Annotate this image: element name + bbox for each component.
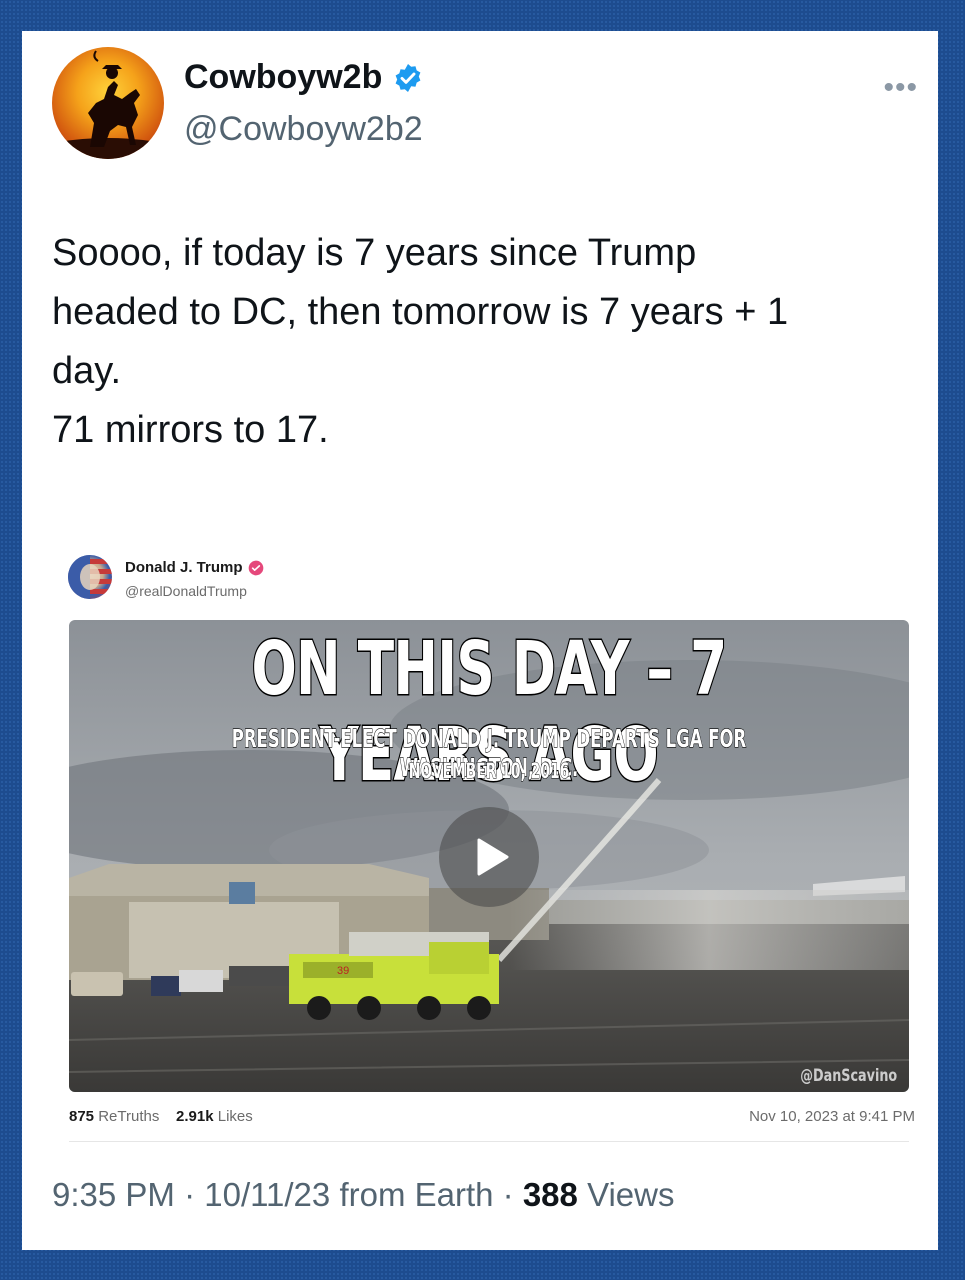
embedded-handle: @realDonaldTrump <box>125 583 247 599</box>
tweet-text-line: Soooo, if today is 7 years since Trump <box>52 232 697 274</box>
views-label[interactable]: Views <box>587 1176 674 1213</box>
flag-portrait-icon <box>68 555 112 599</box>
video-date-caption: NOVEMBER 10, 2016 <box>408 759 570 784</box>
embedded-avatar <box>68 555 112 599</box>
tweet-source: from Earth <box>339 1176 494 1213</box>
separator: · <box>184 1176 196 1213</box>
user-handle[interactable]: @Cowboyw2b2 <box>184 110 423 149</box>
display-name[interactable]: Cowboyw2b <box>184 58 424 97</box>
embedded-stats: 875 ReTruths 2.91k Likes <box>69 1108 253 1125</box>
embedded-display-name-text: Donald J. Trump <box>125 559 243 576</box>
embedded-posted-at: Nov 10, 2023 at 9:41 PM <box>749 1108 915 1125</box>
truth-verified-badge-icon <box>248 560 263 575</box>
play-button[interactable] <box>439 807 539 907</box>
profile-avatar[interactable] <box>52 47 164 159</box>
likes-label: Likes <box>217 1108 253 1125</box>
more-options-icon[interactable]: ••• <box>883 71 918 105</box>
video-thumbnail[interactable]: 39 ON THIS DAY – 7 YEARS AGO PRESIDENT-E… <box>69 620 909 1092</box>
tweet-text-line: 71 mirrors to 17. <box>52 409 329 451</box>
play-icon <box>477 838 509 876</box>
truck-number: 39 <box>337 965 349 977</box>
tweet-timestamp: 9:35 PM · 10/11/23 from Earth · 388 View… <box>52 1176 675 1214</box>
retruths-count: 875 <box>69 1108 95 1125</box>
video-credit: @DanScavino <box>800 1066 897 1086</box>
embedded-display-name: Donald J. Trump <box>125 559 264 576</box>
retruths-label: ReTruths <box>98 1108 160 1125</box>
likes-count: 2.91k <box>176 1108 214 1125</box>
tweet-date[interactable]: 10/11/23 <box>204 1176 330 1213</box>
tweet-text: Soooo, if today is 7 years since Trump h… <box>52 224 912 460</box>
tweet-text-line: day. <box>52 350 122 392</box>
tweet-time[interactable]: 9:35 PM <box>52 1176 175 1213</box>
views-count[interactable]: 388 <box>523 1176 578 1213</box>
verified-badge-icon <box>395 63 421 92</box>
tweet-card: Cowboyw2b @Cowboyw2b2 ••• Soooo, if toda… <box>22 31 938 1250</box>
tweet-text-line: headed to DC, then tomorrow is 7 years +… <box>52 291 789 333</box>
separator: · <box>502 1176 514 1213</box>
display-name-text[interactable]: Cowboyw2b <box>184 58 382 97</box>
divider <box>69 1141 909 1142</box>
cowboy-silhouette-icon <box>52 50 164 159</box>
embedded-post-image[interactable]: Donald J. Trump @realDonaldTrump 39 ON T… <box>52 531 915 1142</box>
